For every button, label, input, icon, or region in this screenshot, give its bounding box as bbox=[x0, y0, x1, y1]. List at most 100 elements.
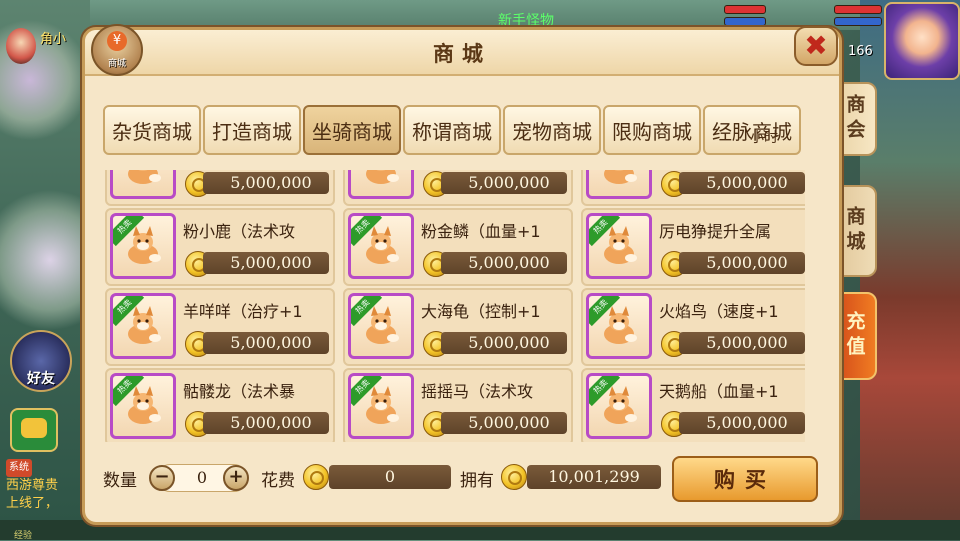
item-icon-frame: 热卖 bbox=[348, 293, 414, 359]
shop-item-card[interactable]: 热卖 5,000,000 bbox=[105, 170, 335, 206]
owned-coin-icon bbox=[501, 464, 527, 490]
item-price-bar: 5,000,000 bbox=[441, 172, 567, 194]
decrease-quantity-button[interactable]: − bbox=[149, 465, 175, 491]
shop-item-card[interactable]: 热卖 骷髅龙（法术暴 5,000,000 bbox=[105, 368, 335, 442]
cost-value: 0 bbox=[384, 467, 396, 486]
owned-value: 10,001,299 bbox=[548, 467, 640, 486]
tab-forge-shop[interactable]: 打造商城 bbox=[203, 105, 301, 155]
item-name: 火焰鸟（速度+1 bbox=[659, 302, 779, 321]
tab-overflow-text: 小时 bbox=[750, 130, 778, 146]
shop-item-card[interactable]: 热卖 天鹅船（血量+1 5,000,000 bbox=[581, 368, 805, 442]
item-name: 骷髅龙（法术暴 bbox=[183, 382, 296, 401]
hp-bar bbox=[724, 5, 766, 14]
item-name: 摇摇马（法术攻 bbox=[421, 382, 534, 401]
friends-label: 好友 bbox=[27, 371, 55, 387]
item-price: 5,000,000 bbox=[230, 253, 312, 272]
item-price: 5,000,000 bbox=[468, 173, 550, 192]
increase-quantity-button[interactable]: + bbox=[223, 465, 249, 491]
item-price: 5,000,000 bbox=[468, 413, 550, 432]
purchase-footer: 数量 0 − + 花费 0 拥有 10,001,299 购买 bbox=[85, 450, 839, 520]
shop-item-card[interactable]: 热卖 厉电狰提升全属 5,000,000 bbox=[581, 208, 805, 286]
yen-coin-icon: ¥ bbox=[107, 31, 127, 51]
shop-item-card[interactable]: 热卖 5,000,000 bbox=[581, 170, 805, 206]
item-name: 粉金鳞（血量+1 bbox=[421, 222, 541, 241]
friends-button[interactable]: 好友 bbox=[10, 330, 72, 392]
item-price: 5,000,000 bbox=[706, 253, 788, 272]
emblem-label: 商城 bbox=[107, 59, 126, 69]
item-grid[interactable]: 热卖5,000,000热卖5,000,000热卖5,000,000热卖粉小鹿（法… bbox=[105, 170, 805, 442]
item-price: 5,000,000 bbox=[468, 253, 550, 272]
item-icon-frame: 热卖 bbox=[110, 213, 176, 279]
item-icon-frame: 热卖 bbox=[110, 373, 176, 439]
item-name: 天鹅船（血量+1 bbox=[659, 382, 779, 401]
quantity-label: 数量 bbox=[103, 471, 137, 491]
item-price-bar: 5,000,000 bbox=[203, 412, 329, 434]
fox-mount-icon bbox=[604, 170, 637, 184]
panel-title: 商城 bbox=[433, 42, 491, 66]
tab-pet-shop[interactable]: 宠物商城 bbox=[503, 105, 601, 155]
shop-item-card[interactable]: 热卖 5,000,000 bbox=[343, 170, 573, 206]
item-price-bar: 5,000,000 bbox=[203, 172, 329, 194]
buy-button[interactable]: 购买 bbox=[672, 456, 818, 502]
shop-item-card[interactable]: 热卖 粉金鳞（血量+1 5,000,000 bbox=[343, 208, 573, 286]
player-avatar-small[interactable] bbox=[6, 28, 36, 64]
pet-mp-bar bbox=[834, 17, 882, 26]
item-price-bar: 5,000,000 bbox=[679, 332, 805, 354]
shop-item-card[interactable]: 热卖 粉小鹿（法术攻 5,000,000 bbox=[105, 208, 335, 286]
chat-line-2: 上线了， bbox=[6, 496, 59, 511]
pet-hp-bar bbox=[834, 5, 882, 14]
player-level: 166 bbox=[848, 44, 873, 59]
player-portrait[interactable] bbox=[884, 2, 960, 80]
item-name: 羊咩咩（治疗+1 bbox=[183, 302, 303, 321]
shop-item-card[interactable]: 热卖 羊咩咩（治疗+1 5,000,000 bbox=[105, 288, 335, 366]
tab-grocery-shop[interactable]: 杂货商城 bbox=[103, 105, 201, 155]
item-price: 5,000,000 bbox=[468, 333, 550, 352]
item-icon-frame: 热卖 bbox=[586, 293, 652, 359]
item-icon-frame: 热卖 bbox=[348, 170, 414, 199]
player-name: 角小 bbox=[40, 32, 67, 47]
item-icon-frame: 热卖 bbox=[110, 293, 176, 359]
cost-display: 0 bbox=[329, 465, 451, 489]
fox-mount-icon bbox=[128, 170, 161, 184]
shop-item-card[interactable]: 热卖 大海龟（控制+1 5,000,000 bbox=[343, 288, 573, 366]
item-name: 厉电狰提升全属 bbox=[659, 222, 772, 241]
item-price-bar: 5,000,000 bbox=[679, 252, 805, 274]
item-price-bar: 5,000,000 bbox=[441, 412, 567, 434]
shop-item-card[interactable]: 热卖 火焰鸟（速度+1 5,000,000 bbox=[581, 288, 805, 366]
item-price-bar: 5,000,000 bbox=[203, 252, 329, 274]
item-price-bar: 5,000,000 bbox=[441, 332, 567, 354]
item-price-bar: 5,000,000 bbox=[679, 412, 805, 434]
exp-label: 经验 bbox=[14, 531, 33, 541]
close-button[interactable]: ✖ bbox=[794, 26, 838, 66]
item-price-bar: 5,000,000 bbox=[441, 252, 567, 274]
item-icon-frame: 热卖 bbox=[586, 170, 652, 199]
item-icon-frame: 热卖 bbox=[348, 213, 414, 279]
system-tag: 系统 bbox=[6, 459, 32, 477]
cost-coin-icon bbox=[303, 464, 329, 490]
owned-label: 拥有 bbox=[460, 471, 494, 491]
panel-header: 商城 bbox=[85, 30, 839, 76]
status-bars bbox=[696, 4, 882, 28]
tab-title-shop[interactable]: 称谓商城 bbox=[403, 105, 501, 155]
tab-limited-shop[interactable]: 限购商城 bbox=[603, 105, 701, 155]
chat-line-1: 西游尊贵 bbox=[6, 478, 59, 493]
item-price: 5,000,000 bbox=[230, 173, 312, 192]
item-icon-frame: 热卖 bbox=[110, 170, 176, 199]
item-price: 5,000,000 bbox=[706, 413, 788, 432]
chat-log[interactable]: 系统 西游尊贵 上线了， bbox=[6, 458, 81, 518]
item-price: 5,000,000 bbox=[230, 413, 312, 432]
item-price-bar: 5,000,000 bbox=[679, 172, 805, 194]
cost-label: 花费 bbox=[261, 471, 295, 491]
shop-tabs: 杂货商城 打造商城 坐骑商城 称谓商城 宠物商城 限购商城 经脉商城 bbox=[103, 105, 823, 157]
shop-emblem-icon: ¥ 商城 bbox=[91, 24, 143, 76]
owned-display: 10,001,299 bbox=[527, 465, 661, 489]
item-price: 5,000,000 bbox=[706, 333, 788, 352]
chat-bubble-icon bbox=[21, 418, 47, 438]
item-name: 大海龟（控制+1 bbox=[421, 302, 541, 321]
chat-button[interactable] bbox=[10, 408, 58, 452]
shop-item-card[interactable]: 热卖 摇摇马（法术攻 5,000,000 bbox=[343, 368, 573, 442]
item-name: 粉小鹿（法术攻 bbox=[183, 222, 296, 241]
item-price: 5,000,000 bbox=[230, 333, 312, 352]
item-icon-frame: 热卖 bbox=[586, 373, 652, 439]
tab-mount-shop[interactable]: 坐骑商城 bbox=[303, 105, 401, 155]
